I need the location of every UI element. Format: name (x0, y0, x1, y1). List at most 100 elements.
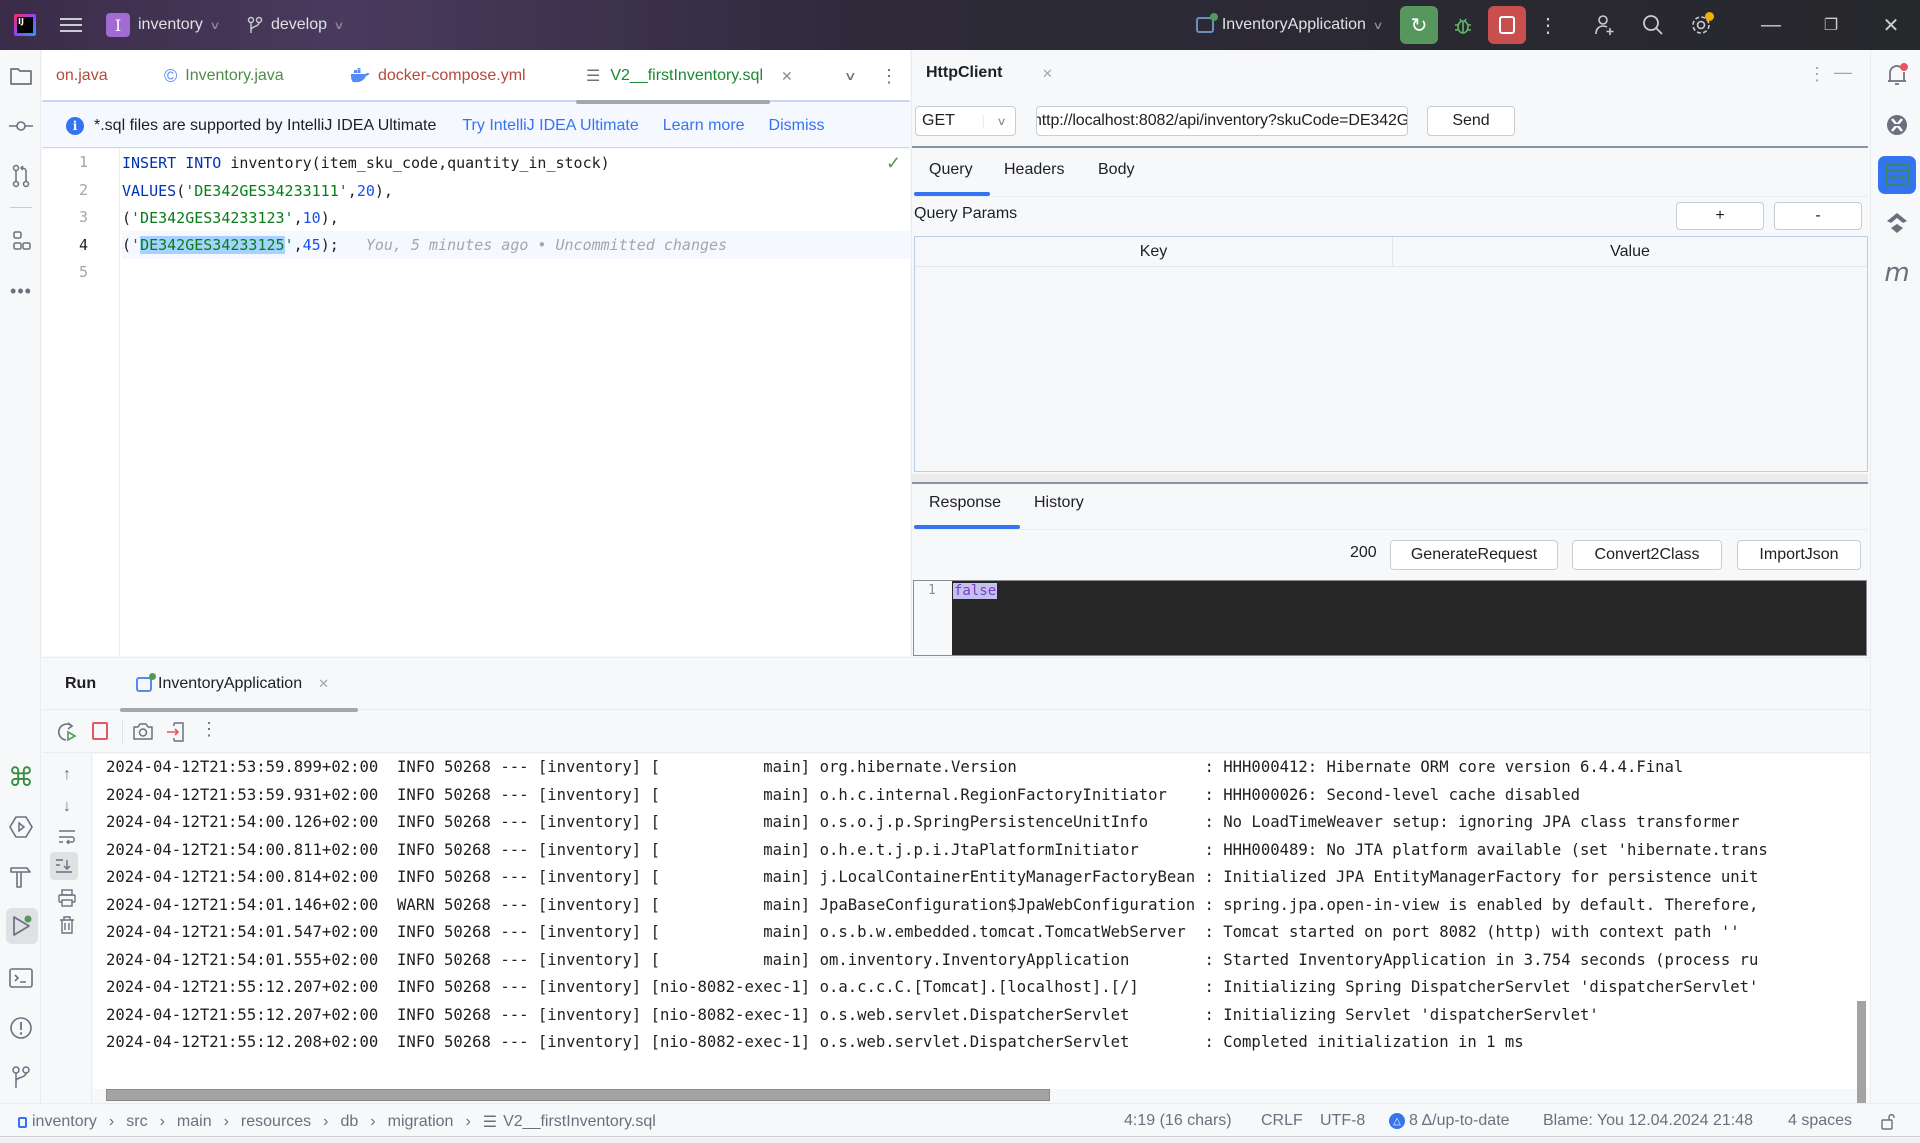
git-tool-button[interactable] (8, 1064, 34, 1090)
settings-button[interactable] (1686, 12, 1716, 36)
editor-tab[interactable]: on.java (56, 50, 108, 102)
breadcrumb-item[interactable]: V2__firstInventory.sql (503, 1113, 656, 1131)
run-config-name: InventoryApplication (1221, 16, 1366, 33)
tab-body[interactable]: Body (1098, 161, 1134, 179)
send-button[interactable]: Send (1427, 106, 1515, 136)
run-tab-inventory-application[interactable]: InventoryApplication ✕ (120, 658, 358, 712)
remove-param-button[interactable]: - (1774, 202, 1862, 230)
run-config-selector[interactable]: InventoryApplication ∨ (1195, 0, 1384, 50)
clear-console-button[interactable] (56, 914, 78, 936)
print-button[interactable] (56, 887, 78, 909)
breadcrumb-item[interactable]: migration (388, 1113, 454, 1131)
project-name: inventory (138, 16, 203, 33)
tab-query[interactable]: Query (929, 161, 973, 179)
close-window-button[interactable]: ✕ (1876, 13, 1906, 38)
breadcrumb-item[interactable]: src (126, 1113, 147, 1131)
problems-tool-button[interactable] (8, 1015, 34, 1041)
hamburger-menu-icon[interactable] (60, 18, 82, 32)
build-tool-button[interactable] (8, 864, 34, 890)
blame-info[interactable]: Blame: You 12.04.2024 21:48 (1543, 1112, 1753, 1130)
services-tool-button[interactable] (8, 814, 34, 840)
horizontal-scrollbar[interactable] (106, 1089, 1050, 1101)
line-ending[interactable]: CRLF (1261, 1112, 1303, 1130)
log-app: [inventory] (537, 785, 651, 804)
editor-tab-active[interactable]: ☰ V2__firstInventory.sql ✕ (576, 50, 866, 104)
log-timestamp: 2024-04-12T21:54:01.547+02:00 (106, 923, 398, 941)
project-tool-button[interactable] (8, 63, 34, 89)
query-params-table[interactable]: Key Value (914, 236, 1868, 472)
title-bar: IJ I inventory ∨ develop ∨ InventoryAppl… (0, 0, 1920, 50)
vertical-scrollbar[interactable] (1857, 1001, 1866, 1104)
project-selector[interactable]: I inventory ∨ (82, 0, 221, 50)
log-logger: o.h.c.internal.RegionFactoryInitiator (819, 785, 1205, 804)
close-tab-icon[interactable]: ✕ (318, 676, 329, 692)
rerun-button[interactable]: ↻ (1400, 6, 1438, 44)
hide-panel-icon[interactable]: — (1834, 62, 1852, 83)
dismiss-link[interactable]: Dismiss (769, 117, 825, 135)
generate-request-button[interactable]: GenerateRequest (1390, 540, 1558, 570)
more-actions-button[interactable]: ⋮ (200, 719, 218, 740)
method-select[interactable]: GET ∨ (915, 106, 1016, 136)
tab-list-button[interactable]: ∨ (844, 50, 857, 102)
indent-setting[interactable]: 4 spaces (1788, 1112, 1852, 1130)
import-json-button[interactable]: ImportJson (1737, 540, 1861, 570)
tab-headers[interactable]: Headers (1004, 161, 1064, 179)
more-actions-button[interactable]: ⋮ (1538, 13, 1558, 38)
try-ultimate-link[interactable]: Try IntelliJ IDEA Ultimate (462, 117, 638, 135)
scroll-down-button[interactable]: ↓ (56, 796, 78, 818)
breadcrumb-item[interactable]: inventory (32, 1113, 97, 1131)
layers-tool-button[interactable] (1880, 206, 1914, 240)
log-line: 2024-04-12T21:54:00.811+02:00 INFO 50268… (106, 837, 1768, 864)
code-editor[interactable]: 1 2 3 4 5 INSERT INTO inventory(item_sku… (42, 149, 910, 656)
convert-to-class-button[interactable]: Convert2Class (1572, 540, 1722, 570)
url-input-field[interactable]: http://localhost:8082/api/inventory?skuC… (1036, 106, 1408, 136)
tab-response[interactable]: Response (929, 494, 1001, 512)
close-tab-icon[interactable]: ✕ (781, 68, 793, 85)
log-level: WARN (397, 895, 444, 914)
terminal-tool-button[interactable] (8, 965, 34, 991)
soft-wrap-button[interactable] (56, 826, 78, 848)
run-tool-button[interactable] (6, 908, 38, 944)
console-output[interactable]: 2024-04-12T21:53:59.899+02:00 INFO 50268… (93, 754, 1870, 1089)
screenshot-button[interactable] (132, 721, 154, 746)
panel-options-icon[interactable]: ⋮ (1808, 64, 1826, 85)
add-param-button[interactable]: + (1676, 202, 1764, 230)
splitter[interactable] (912, 474, 1868, 482)
close-panel-icon[interactable]: ✕ (1042, 66, 1053, 82)
more-tools-button[interactable]: ••• (8, 278, 34, 304)
exit-button[interactable] (166, 721, 186, 748)
caret-position[interactable]: 4:19 (16 chars) (1124, 1112, 1232, 1130)
structure-tool-button[interactable] (8, 228, 34, 254)
pull-requests-tool-button[interactable] (8, 163, 34, 189)
http-client-tool-button[interactable]: HTTP (1878, 156, 1916, 194)
restore-button[interactable]: ❐ (1816, 15, 1846, 35)
breadcrumb-item[interactable]: main (177, 1113, 212, 1131)
file-encoding[interactable]: UTF-8 (1320, 1112, 1365, 1130)
code-with-me-button[interactable] (1590, 14, 1620, 36)
debug-button[interactable] (1448, 14, 1478, 36)
response-body-viewer[interactable]: 1 false (913, 580, 1867, 656)
search-button[interactable] (1638, 14, 1668, 36)
breadcrumb-item[interactable]: resources (241, 1113, 311, 1131)
editor-tab[interactable]: © Inventory.java (164, 50, 284, 102)
maven-tool-button[interactable]: m (1880, 256, 1914, 290)
learn-more-link[interactable]: Learn more (663, 117, 745, 135)
tab-more-button[interactable]: ⋮ (880, 50, 898, 102)
vcs-status[interactable]: △ 8 Δ/up-to-date (1389, 1112, 1510, 1130)
inspection-ok-checkmark-icon[interactable]: ✓ (886, 153, 901, 174)
command-tool-button[interactable]: ⌘ (8, 762, 34, 792)
scroll-to-end-button[interactable] (50, 852, 78, 880)
read-only-toggle[interactable] (1880, 1112, 1896, 1135)
rerun-button[interactable] (56, 721, 78, 743)
stop-button[interactable] (1488, 6, 1526, 44)
branch-selector[interactable]: develop ∨ (247, 0, 345, 50)
breadcrumb-item[interactable]: db (341, 1113, 359, 1131)
commit-tool-button[interactable] (8, 113, 34, 139)
plugin-x-button[interactable] (1880, 108, 1914, 142)
minimize-button[interactable]: — (1756, 14, 1786, 37)
stop-button[interactable] (92, 722, 108, 740)
notifications-button[interactable] (1880, 58, 1914, 92)
scroll-up-button[interactable]: ↑ (56, 764, 78, 786)
tab-history[interactable]: History (1034, 494, 1084, 512)
editor-tab[interactable]: docker-compose.yml (350, 50, 526, 102)
